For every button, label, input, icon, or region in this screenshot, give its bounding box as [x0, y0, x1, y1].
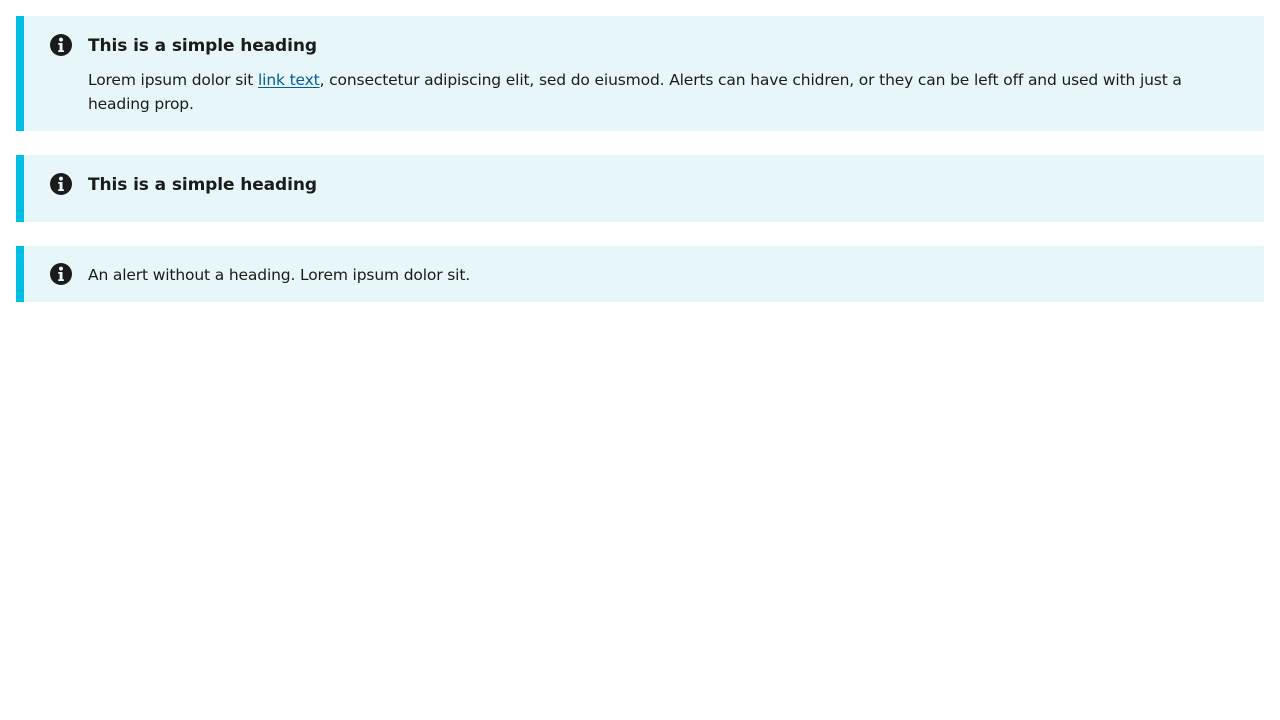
info-icon [50, 173, 72, 195]
info-icon [50, 263, 72, 285]
alert-body-text: An alert without a heading. Lorem ipsum … [88, 266, 471, 284]
info-icon [50, 34, 72, 56]
alert-body-text-start: Lorem ipsum dolor sit [88, 71, 259, 89]
info-alert-no-heading: An alert without a heading. Lorem ipsum … [16, 246, 1264, 302]
alert-heading: This is a simple heading [88, 36, 317, 56]
info-alert-with-heading-and-body: This is a simple heading Lorem ipsum dol… [16, 16, 1264, 131]
alert-list: This is a simple heading Lorem ipsum dol… [16, 16, 1264, 302]
alert-heading: This is a simple heading [88, 175, 317, 195]
info-alert-heading-only: This is a simple heading [16, 155, 1264, 222]
alert-body-link[interactable]: link text [258, 71, 320, 89]
alert-body-text: Lorem ipsum dolor sit link text, consect… [88, 68, 1220, 116]
